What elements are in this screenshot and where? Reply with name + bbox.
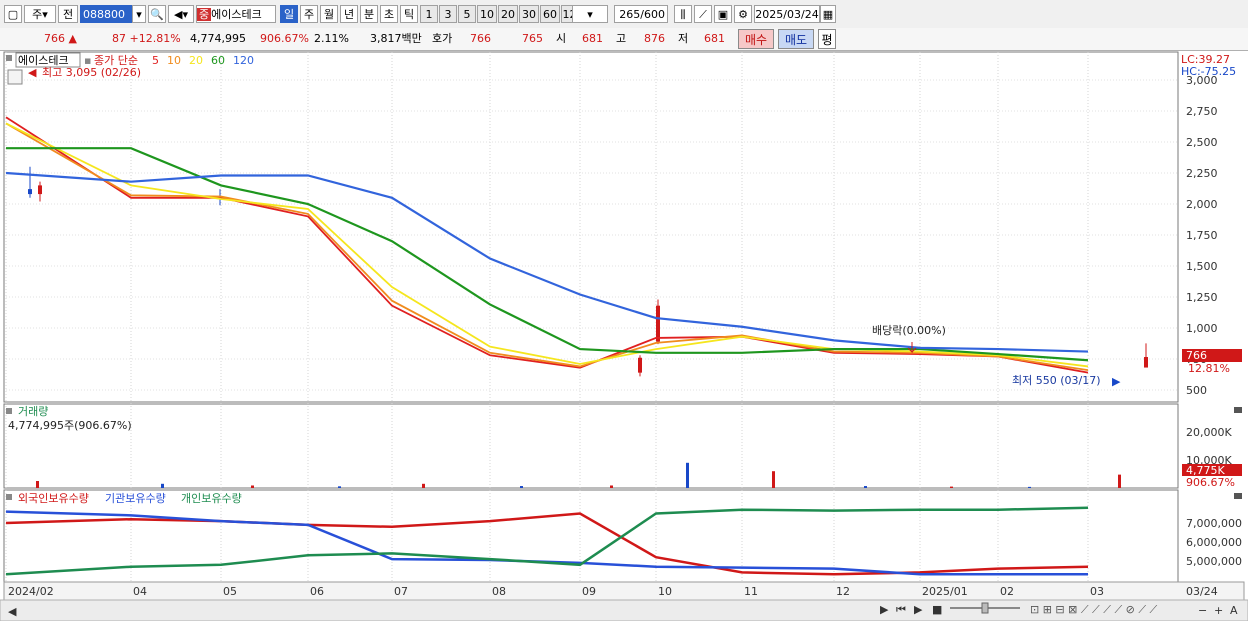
date-tick-label: 03 bbox=[1090, 585, 1104, 598]
date-tick-label: 04 bbox=[133, 585, 147, 598]
volume-bar bbox=[610, 485, 613, 488]
ma-legend-5: 5 bbox=[152, 54, 159, 67]
volume-bar bbox=[686, 462, 689, 488]
date-tick-label: 2025/01 bbox=[922, 585, 968, 598]
candle-body bbox=[638, 357, 642, 373]
volume-pct-tag: 906.67% bbox=[1186, 476, 1235, 489]
holding-legend-item: 개인보유수량 bbox=[181, 492, 242, 505]
zoom-in-icon[interactable]: + bbox=[1214, 604, 1223, 617]
holding-panel-menu-icon[interactable] bbox=[6, 494, 12, 500]
holding-close-icon[interactable] bbox=[1234, 493, 1242, 499]
volume-bar bbox=[338, 486, 341, 488]
zoom-slider-thumb[interactable] bbox=[981, 602, 989, 614]
ma-legend-20: 20 bbox=[189, 54, 203, 67]
volume-bar bbox=[36, 481, 39, 488]
date-tick-label: 10 bbox=[658, 585, 672, 598]
volume-bar bbox=[950, 486, 953, 488]
holding-tick-label: 6,000,000 bbox=[1186, 536, 1242, 549]
volume-bar bbox=[1028, 486, 1031, 488]
date-tick-label: 03/24 bbox=[1186, 585, 1218, 598]
volume-tick-label: 20,000K bbox=[1186, 426, 1232, 439]
price-tick-label: 2,500 bbox=[1186, 136, 1218, 149]
volume-bar bbox=[772, 471, 775, 488]
calendar-small-icon[interactable] bbox=[7, 69, 23, 85]
ma-legend-60: 60 bbox=[211, 54, 225, 67]
volume-bar bbox=[422, 483, 425, 488]
date-tick-label: 06 bbox=[310, 585, 324, 598]
play-icon[interactable]: ▶ bbox=[914, 603, 923, 616]
date-tick-label: 05 bbox=[223, 585, 237, 598]
candle-body bbox=[1144, 357, 1148, 368]
volume-bar bbox=[251, 485, 254, 488]
pct-tag: 12.81% bbox=[1188, 362, 1230, 375]
price-tick-label: 2,750 bbox=[1186, 105, 1218, 118]
volume-panel-menu-icon[interactable] bbox=[6, 408, 12, 414]
holding-legend: 외국인보유수량 기관보유수량 개인보유수량 bbox=[18, 492, 242, 505]
price-tick-label: 500 bbox=[1186, 384, 1207, 397]
dividend-note: 배당락(0.00%) bbox=[872, 324, 946, 337]
font-size-icon[interactable]: A bbox=[1230, 604, 1238, 617]
price-tick-label: 1,750 bbox=[1186, 229, 1218, 242]
price-axis: 3,0002,7502,5002,2502,0001,7501,5001,250… bbox=[1186, 74, 1242, 568]
volume-bar bbox=[1118, 474, 1121, 488]
scroll-right-icon[interactable]: ▶ bbox=[880, 603, 889, 616]
candle-body bbox=[38, 185, 42, 195]
ma-legend-10: 10 bbox=[167, 54, 181, 67]
hc-label: HC:-75.25 bbox=[1181, 65, 1236, 78]
date-tick-label: 2024/02 bbox=[8, 585, 54, 598]
date-tick-label: 08 bbox=[492, 585, 506, 598]
date-tick-label: 12 bbox=[836, 585, 850, 598]
chart-tools-icons[interactable]: ⊡ ⊞ ⊟ ⊠ ⟋ ⟋ ⟋ ⟋ ⊘ ⟋ ⟋ bbox=[1030, 603, 1158, 616]
holding-tick-label: 7,000,000 bbox=[1186, 517, 1242, 530]
ma-legend-120: 120 bbox=[233, 54, 254, 67]
volume-bar bbox=[520, 486, 523, 488]
holding-legend-item: 외국인보유수량 bbox=[18, 492, 89, 505]
volume-close-icon[interactable] bbox=[1234, 407, 1242, 413]
volume-value: 4,774,995주(906.67%) bbox=[8, 419, 132, 432]
date-tick-label: 07 bbox=[394, 585, 408, 598]
volume-bar bbox=[864, 486, 867, 488]
holding-tick-label: 5,000,000 bbox=[1186, 555, 1242, 568]
price-tick-label: 1,250 bbox=[1186, 291, 1218, 304]
volume-panel-frame bbox=[3, 403, 1179, 489]
jump-start-icon[interactable]: ⏮ bbox=[896, 603, 906, 616]
date-tick-label: 09 bbox=[582, 585, 596, 598]
holding-legend-item: 기관보유수량 bbox=[105, 492, 166, 505]
low-arrow: ▶ bbox=[1112, 375, 1121, 388]
high-arrow: ◀ bbox=[28, 66, 37, 79]
high-note: 최고 3,095 (02/26) bbox=[42, 66, 141, 79]
date-tick-label: 11 bbox=[744, 585, 758, 598]
stop-icon[interactable]: ■ bbox=[932, 603, 942, 616]
price-tick-label: 2,250 bbox=[1186, 167, 1218, 180]
zoom-out-icon[interactable]: − bbox=[1198, 604, 1207, 617]
volume-title: 거래량 bbox=[18, 405, 48, 418]
panel-menu-icon[interactable] bbox=[6, 55, 12, 61]
price-tick-label: 1,500 bbox=[1186, 260, 1218, 273]
price-tag-value: 766 bbox=[1186, 349, 1207, 362]
scroll-left-icon[interactable]: ◀ bbox=[8, 605, 17, 618]
stock-chart[interactable]: 3,0002,7502,5002,2502,0001,7501,5001,250… bbox=[0, 0, 1248, 621]
low-note: 최저 550 (03/17) bbox=[1012, 374, 1101, 387]
candle-body bbox=[28, 189, 32, 195]
price-tick-label: 2,000 bbox=[1186, 198, 1218, 211]
volume-bar bbox=[161, 483, 164, 488]
date-axis bbox=[3, 581, 1245, 601]
candle-body bbox=[656, 305, 660, 342]
date-tick-label: 02 bbox=[1000, 585, 1014, 598]
price-tick-label: 1,000 bbox=[1186, 322, 1218, 335]
